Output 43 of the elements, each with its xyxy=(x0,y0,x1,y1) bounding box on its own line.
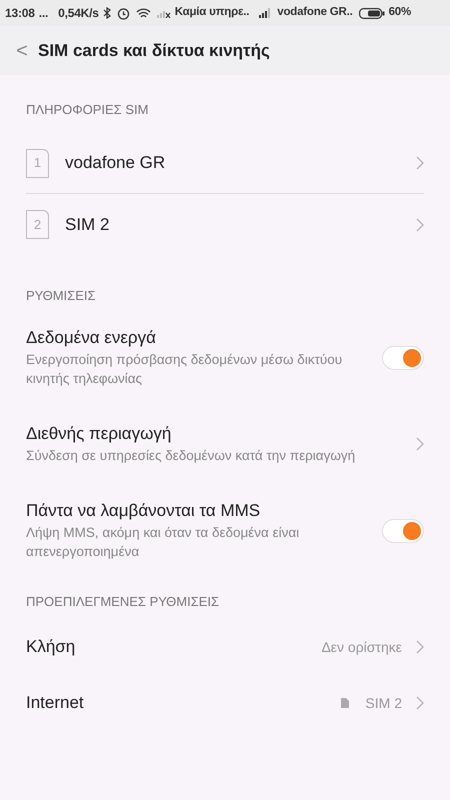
page-title: SIM cards και δίκτυα κινητής xyxy=(38,40,270,62)
setting-title: Δεδομένα ενεργά xyxy=(26,327,157,349)
signal-icon xyxy=(156,8,171,18)
battery-percent: 60% xyxy=(388,5,412,20)
bluetooth-icon xyxy=(102,7,111,19)
setting-title: Internet xyxy=(26,692,85,714)
toggle-row[interactable]: Πάντα να λαμβάνονται τα MMS Λήψη MMS, ακόμη και όταν τα δεδομένα είναι απενεργοποιημένα xyxy=(26,500,424,561)
setting-title: Κλήση xyxy=(26,636,76,658)
section-header: ΠΡΟΕΠΙΛΕΓΜΕΝΕΣ ΡΥΘΜΙΣΕΙΣ xyxy=(26,593,220,611)
setting-row[interactable]: Κλήση Δεν ορίστηκε xyxy=(26,619,424,675)
carrier-name: Καμία υπηρε.. xyxy=(174,5,250,20)
sim-row[interactable]: 2 SIM 2 xyxy=(26,194,424,255)
status-dots: ... xyxy=(38,5,48,22)
section-header: ΡΥΘΜΙΣΕΙΣ xyxy=(26,287,97,305)
sim-card-icon: 1 xyxy=(26,148,49,178)
status-time: 13:08 xyxy=(5,5,35,22)
toggle-switch[interactable] xyxy=(382,346,424,370)
chevron-icon xyxy=(416,696,424,710)
section-header: ΠΛΗΡΟΦΟΡΙΕΣ SIM xyxy=(26,101,150,119)
sim-card-icon: 2 xyxy=(26,210,49,239)
wifi-icon xyxy=(136,8,151,18)
chevron-icon xyxy=(416,156,424,170)
network-speed: 0,54K/s xyxy=(58,5,99,22)
chevron-icon xyxy=(416,437,424,451)
setting-row[interactable]: Internet SIM 2 xyxy=(26,675,424,731)
setting-description: Σύνδεση σε υπηρεσίες δεδομένων κατά την περιαγωγή xyxy=(26,447,356,465)
toggle-switch[interactable] xyxy=(382,518,424,542)
setting-value: SIM 2 xyxy=(365,694,402,712)
chevron-icon xyxy=(416,640,424,654)
setting-row[interactable]: Διεθνής περιαγωγή Σύνδεση σε υπηρεσίες δεδομένων κατά την περιαγωγή xyxy=(26,423,424,465)
toggle-row[interactable]: Δεδομένα ενεργά Ενεργοποίηση πρόσβασης δεδομένων μέσω δικτύου κινητής τηλεφωνίας xyxy=(26,327,424,388)
alarm-icon xyxy=(116,6,130,20)
setting-description: Ενεργοποίηση πρόσβασης δεδομένων μέσω δικτύου κινητής τηλεφωνίας xyxy=(26,351,344,388)
chevron-icon xyxy=(416,218,424,232)
setting-title: Πάντα να λαμβάνονται τα MMS xyxy=(26,500,262,522)
sim-name: vodafone GR xyxy=(65,152,166,174)
carrier-name: vodafone GR.. xyxy=(277,5,353,20)
sim-name: SIM 2 xyxy=(65,214,110,236)
sim-row[interactable]: 1 vodafone GR xyxy=(26,133,424,194)
setting-title: Διεθνής περιαγωγή xyxy=(26,423,172,445)
setting-description: Λήψη MMS, ακόμη και όταν τα δεδομένα είναι απενεργοποιημένα xyxy=(26,524,300,561)
battery-icon xyxy=(358,8,385,18)
setting-value: Δεν ορίστηκε xyxy=(321,638,402,657)
